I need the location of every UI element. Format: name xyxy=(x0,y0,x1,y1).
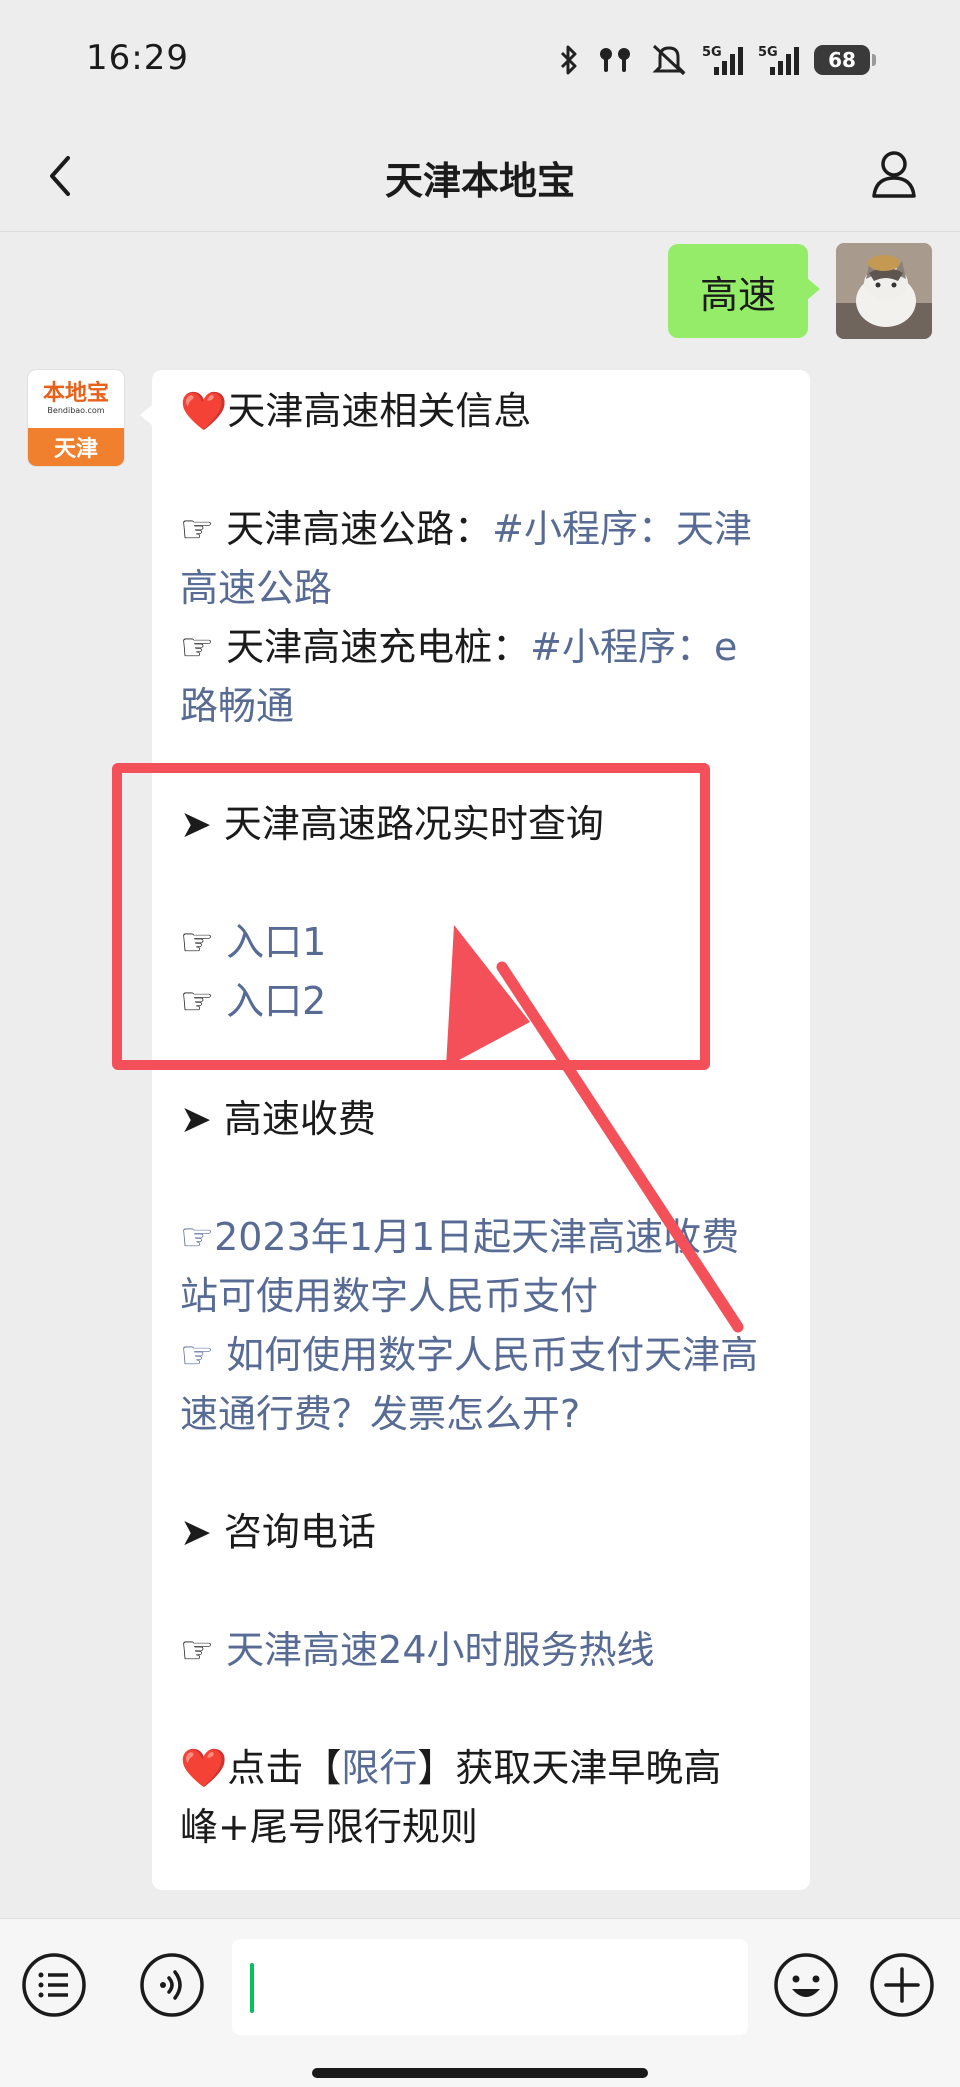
profile-icon[interactable] xyxy=(864,144,924,204)
reply-title: ❤️天津高速相关信息 xyxy=(180,389,532,433)
restriction-link[interactable]: 限行 xyxy=(341,1746,417,1790)
svg-text:5G: 5G xyxy=(702,45,722,60)
battery-icon: 68 xyxy=(814,45,876,75)
plus-icon[interactable] xyxy=(868,1951,936,2019)
status-icons: 5G 5G 68 xyxy=(556,40,876,80)
input-bar xyxy=(0,1918,960,2087)
voice-icon[interactable] xyxy=(138,1951,206,2019)
outgoing-message[interactable]: 高速 xyxy=(667,244,821,338)
emoji-icon[interactable] xyxy=(772,1951,840,2019)
bot-avatar[interactable]: 本地宝 Bendibao.com 天津 xyxy=(28,370,124,466)
heart-icon: ❤️ xyxy=(180,389,228,433)
charger-row: ☞ 天津高速充电桩：#小程序：e xyxy=(180,625,738,669)
charger-miniprogram-link-cont[interactable]: 路畅通 xyxy=(180,684,294,728)
chat-title: 天津本地宝 xyxy=(384,159,575,203)
footer-row: ❤️点击【限行】获取天津早晚高 xyxy=(180,1746,722,1790)
user-avatar[interactable] xyxy=(836,243,932,339)
hotline-row: ☞ 天津高速24小时服务热线 xyxy=(180,1621,782,1680)
text-cursor xyxy=(250,1963,254,2013)
toll-how-to-pay-link-cont[interactable]: 速通行费？发票怎么开? xyxy=(180,1385,782,1444)
header-divider xyxy=(0,231,960,232)
status-bar: 16:29 5G 5G 68 xyxy=(0,0,960,120)
bluetooth-icon xyxy=(560,45,577,75)
road-row: ☞ 天津高速公路：#小程序：天津 xyxy=(180,507,752,551)
svg-text:5G: 5G xyxy=(758,45,778,60)
menu-icon[interactable] xyxy=(20,1951,88,2019)
earbuds-icon xyxy=(600,48,630,72)
road-miniprogram-link-cont[interactable]: 高速公路 xyxy=(180,566,332,610)
bendibao-logo: 本地宝 Bendibao.com xyxy=(42,381,109,416)
mute-icon xyxy=(652,44,686,76)
section-phone: ➤ 咨询电话 xyxy=(180,1510,376,1554)
home-indicator[interactable] xyxy=(312,2068,648,2078)
signal-icon: 5G xyxy=(702,45,743,75)
message-input[interactable] xyxy=(232,1939,748,2035)
annotation-arrow xyxy=(446,925,744,1333)
chat-header: 天津本地宝 xyxy=(0,120,960,232)
hotline-link[interactable]: 天津高速24小时服务热线 xyxy=(226,1628,654,1672)
signal-icon-2: 5G xyxy=(758,45,799,75)
status-time: 16:29 xyxy=(86,38,189,78)
pointing-hand-icon: ☞ xyxy=(180,1628,215,1672)
cat-photo xyxy=(836,243,932,339)
road-miniprogram-link[interactable]: #小程序：天津 xyxy=(492,507,752,551)
charger-miniprogram-link[interactable]: #小程序：e xyxy=(530,625,737,669)
heart-icon: ❤️ xyxy=(180,1746,228,1790)
